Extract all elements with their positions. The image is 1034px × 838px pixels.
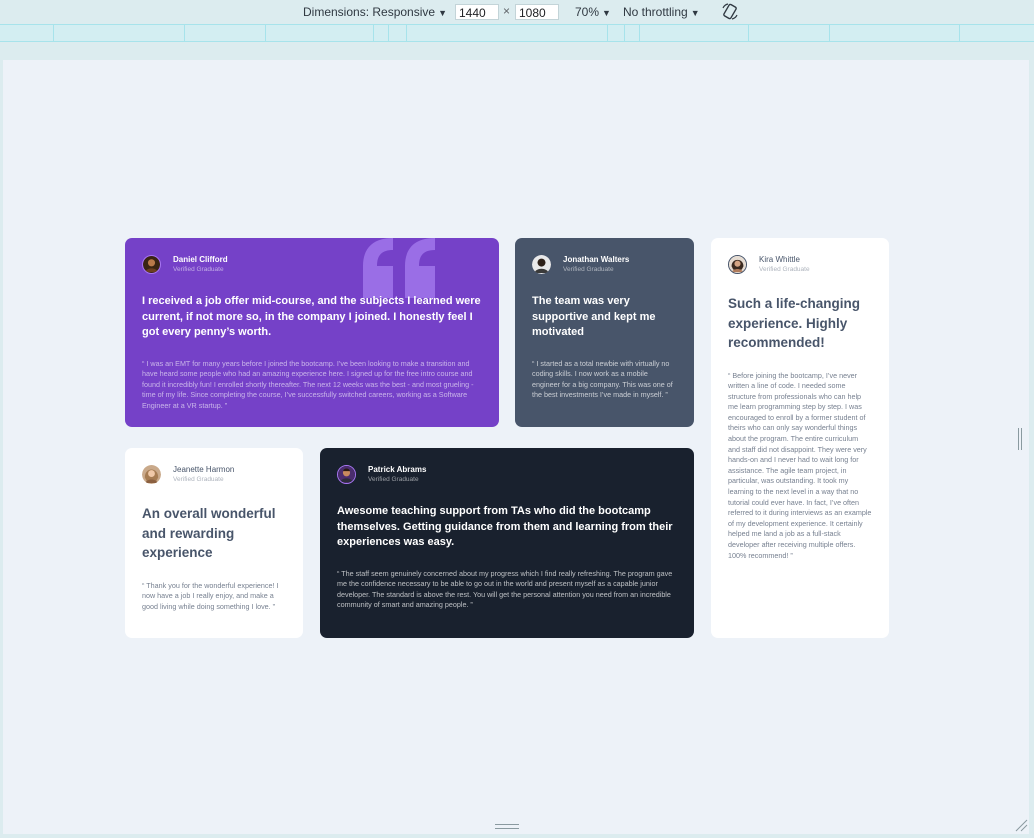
bottom-resize-handle[interactable] (495, 824, 519, 829)
person-role: Verified Graduate (563, 266, 614, 273)
ruler-tick (959, 25, 960, 41)
zoom-label: 70% (575, 5, 600, 19)
person-header: Kira Whittle Verified Graduate (728, 255, 872, 274)
testimonial-headline: I received a job offer mid-course, and t… (142, 295, 481, 338)
throttling-dropdown[interactable]: No throttling ▼ (623, 5, 700, 19)
testimonial-quote: “ Before joining the bootcamp, I’ve neve… (728, 370, 872, 560)
testimonial-quote: “ Thank you for the wonderful experience… (142, 580, 279, 611)
person-name: Jonathan Walters (563, 255, 630, 264)
person-role: Verified Graduate (759, 266, 810, 273)
ruler-tick (53, 25, 54, 41)
testimonial-headline: The team was very supportive and kept me… (532, 295, 656, 338)
person-name: Daniel Clifford (173, 255, 228, 264)
throttling-label: No throttling (623, 5, 688, 19)
ruler-tick (748, 25, 749, 41)
avatar (728, 255, 747, 274)
ruler-tick (388, 25, 389, 41)
person-role: Verified Graduate (173, 476, 224, 483)
right-resize-handle[interactable] (1018, 428, 1022, 450)
testimonial-headline: Such a life-changing experience. Highly … (728, 296, 861, 350)
testimonial-headline: An overall wonderful and rewarding exper… (142, 506, 276, 560)
person-header: Patrick Abrams Verified Graduate (337, 465, 677, 484)
person-header: Daniel Clifford Verified Graduate (142, 255, 482, 274)
testimonial-card-patrick: Patrick Abrams Verified Graduate Awesome… (320, 448, 694, 638)
height-input[interactable]: 1080 (515, 4, 559, 20)
person-name: Jeanette Harmon (173, 465, 235, 474)
dimensions-label: Dimensions: Responsive (303, 5, 436, 19)
rotate-icon[interactable] (722, 3, 738, 20)
testimonial-quote: “ I was an EMT for many years before I j… (142, 358, 474, 410)
testimonial-card-jonathan: Jonathan Walters Verified Graduate The t… (515, 238, 694, 427)
ruler-tick (624, 25, 625, 41)
resize-handle-icon[interactable] (1014, 818, 1028, 832)
avatar (532, 255, 551, 274)
ruler-tick (639, 25, 640, 41)
chevron-down-icon: ▼ (602, 8, 611, 18)
ruler-tick (607, 25, 608, 41)
chevron-down-icon: ▼ (690, 8, 700, 18)
ruler-tick (406, 25, 407, 41)
ruler-tick (184, 25, 185, 41)
testimonial-card-daniel: Daniel Clifford Verified Graduate I rece… (125, 238, 499, 427)
zoom-dropdown[interactable]: 70% ▼ (575, 5, 611, 19)
dimension-separator: × (503, 4, 511, 18)
testimonial-quote: “ I started as a total newbie with virtu… (532, 358, 673, 400)
person-role: Verified Graduate (173, 266, 224, 273)
testimonial-quote: “ The staff seem genuinely concerned abo… (337, 568, 673, 610)
avatar (142, 465, 161, 484)
person-name: Patrick Abrams (368, 465, 427, 474)
person-header: Jeanette Harmon Verified Graduate (142, 465, 286, 484)
width-input[interactable]: 1440 (455, 4, 499, 20)
media-query-ruler[interactable] (0, 24, 1034, 42)
ruler-tick (265, 25, 266, 41)
testimonial-headline: Awesome teaching support from TAs who di… (337, 505, 673, 548)
person-header: Jonathan Walters Verified Graduate (532, 255, 677, 274)
chevron-down-icon: ▼ (438, 8, 447, 18)
avatar (142, 255, 161, 274)
testimonial-card-jeanette: Jeanette Harmon Verified Graduate An ove… (125, 448, 303, 638)
ruler-tick (373, 25, 374, 41)
device-toolbar: Dimensions: Responsive ▼ 1440 × 1080 70% ▼… (0, 0, 1034, 24)
avatar (337, 465, 356, 484)
dimensions-dropdown[interactable]: Dimensions: Responsive ▼ (303, 5, 447, 19)
person-name: Kira Whittle (759, 255, 800, 264)
ruler-tick (829, 25, 830, 41)
testimonial-card-kira: Kira Whittle Verified Graduate Such a li… (711, 238, 889, 638)
person-role: Verified Graduate (368, 476, 419, 483)
